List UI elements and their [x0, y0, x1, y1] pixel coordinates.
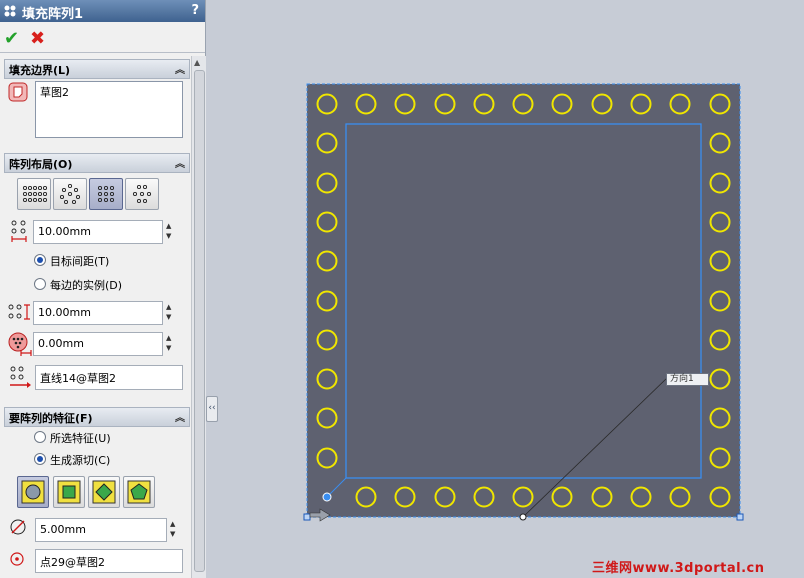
corner-handle[interactable]: [303, 513, 311, 521]
seed-point[interactable]: [322, 492, 332, 502]
fill-boundary-region[interactable]: [306, 83, 741, 518]
direction-label[interactable]: 方向1: [666, 373, 709, 386]
midpoint-handle[interactable]: [519, 513, 527, 521]
corner-handle[interactable]: [736, 513, 744, 521]
watermark: 三维网www.3dportal.cn: [592, 561, 765, 576]
sketch-canvas[interactable]: [0, 0, 804, 578]
